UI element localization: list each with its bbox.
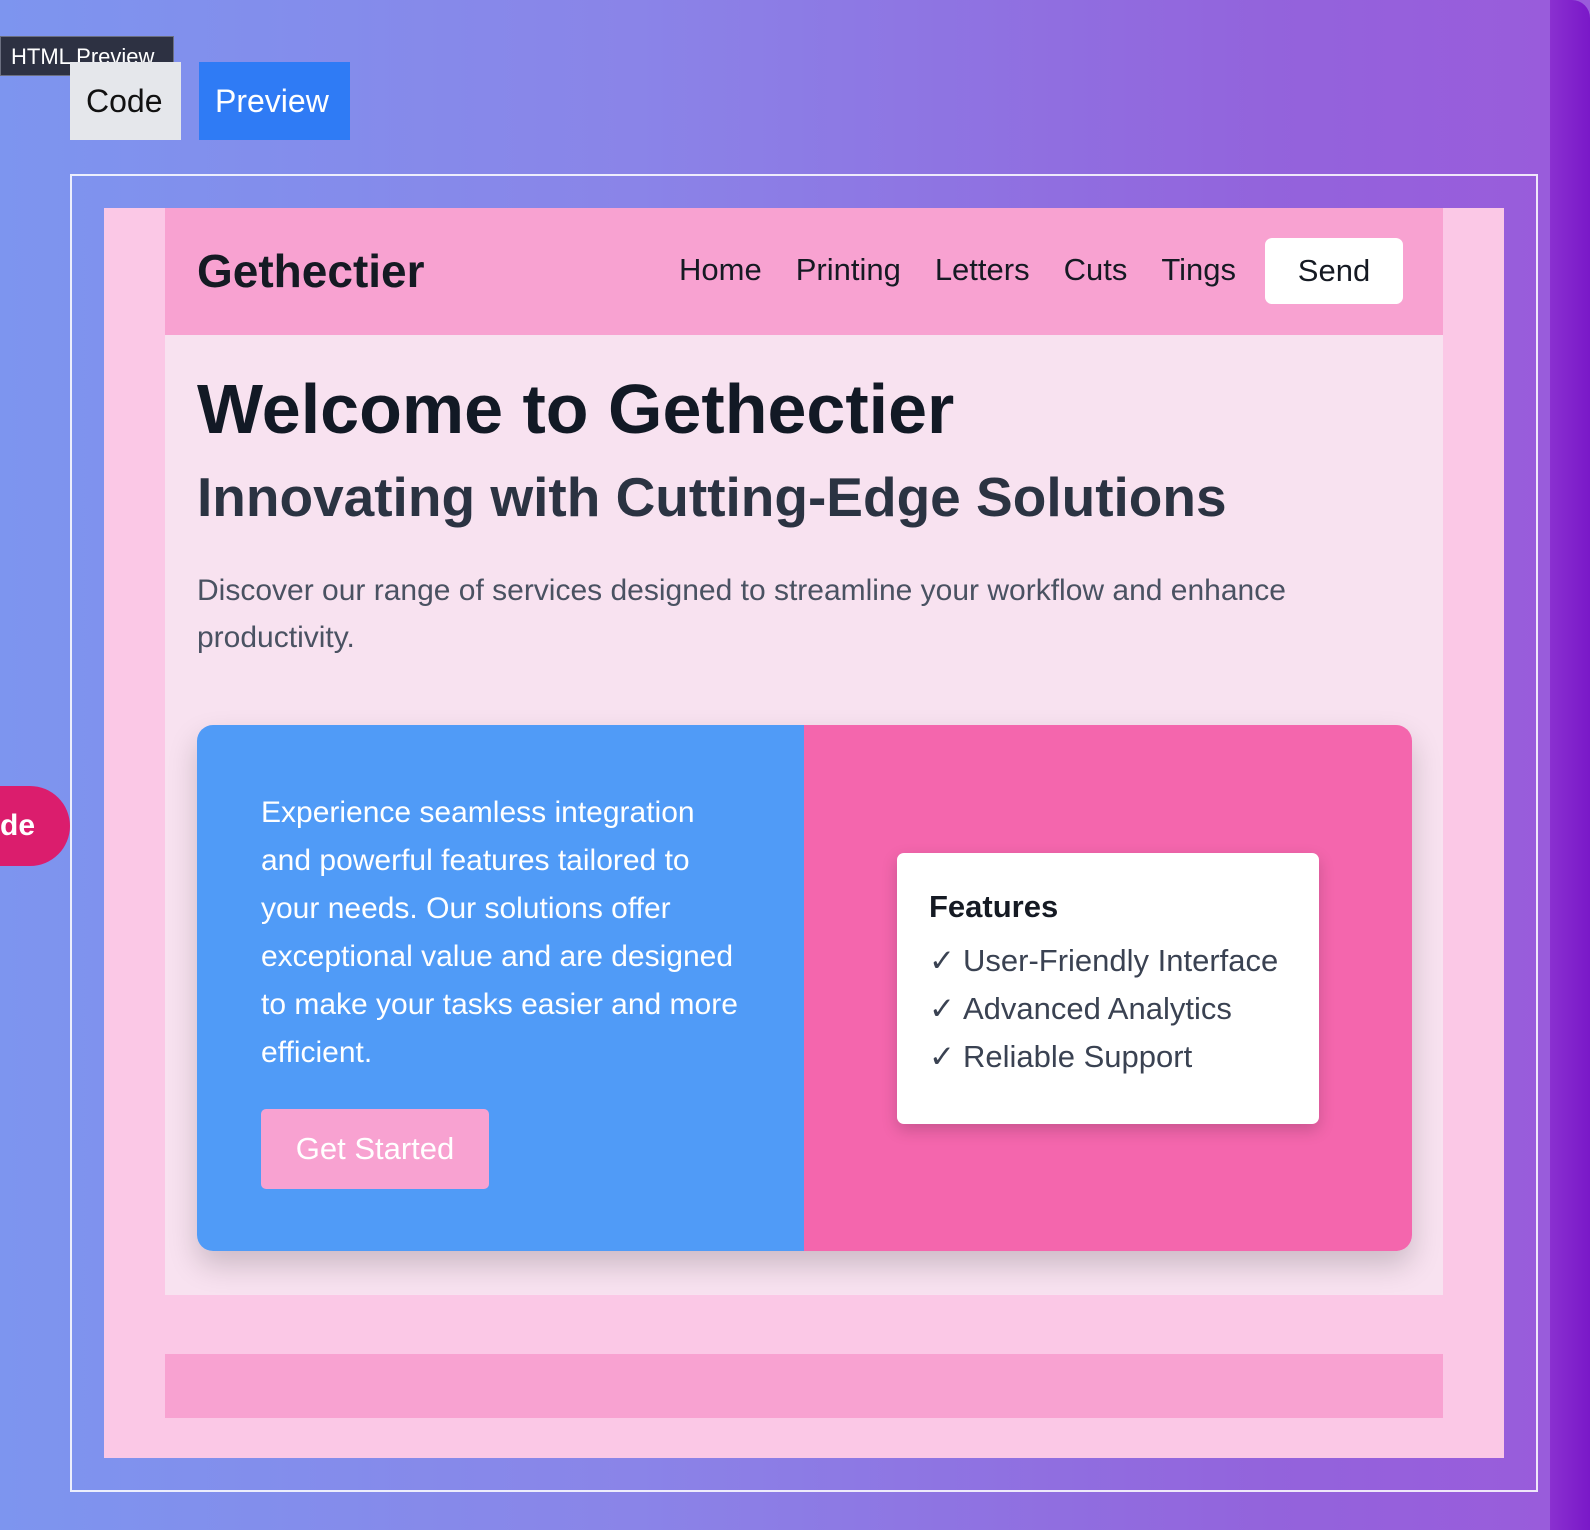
hero-description: Discover our range of services designed … <box>197 574 1286 654</box>
checkmark-icon: ✓ <box>929 991 955 1026</box>
main-content: Welcome to Gethectier Innovating with Cu… <box>165 335 1443 1295</box>
preview-page: Gethectier Home Printing Letters Cuts Ti… <box>104 208 1504 1458</box>
hero-subtitle: Innovating with Cutting-Edge Solutions <box>197 466 1227 528</box>
feature-label: User-Friendly Interface <box>963 943 1279 978</box>
tab-code[interactable]: Code <box>70 62 181 140</box>
card-left-panel: Experience seamless integration and powe… <box>197 725 804 1251</box>
card-right-panel: Features ✓ User-Friendly Interface ✓ Advan… <box>804 725 1412 1251</box>
side-pill-button[interactable]: de <box>0 786 70 866</box>
window-edge <box>1550 0 1590 1530</box>
list-item: ✓ User-Friendly Interface <box>929 937 1287 985</box>
nav-link-letters[interactable]: Letters <box>935 252 1030 288</box>
nav-link-cuts[interactable]: Cuts <box>1064 252 1128 288</box>
list-item: ✓ Advanced Analytics <box>929 985 1287 1033</box>
list-item: ✓ Reliable Support <box>929 1033 1287 1081</box>
hero-title: Welcome to Gethectier <box>197 370 955 448</box>
feature-card: Experience seamless integration and powe… <box>197 725 1412 1251</box>
checkmark-icon: ✓ <box>929 1039 955 1074</box>
tab-preview[interactable]: Preview <box>199 62 350 140</box>
send-button[interactable]: Send <box>1265 238 1403 304</box>
get-started-button[interactable]: Get Started <box>261 1109 489 1189</box>
nav-link-home[interactable]: Home <box>679 252 762 288</box>
nav-link-tings[interactable]: Tings <box>1161 252 1236 288</box>
site-header: Gethectier Home Printing Letters Cuts Ti… <box>165 208 1443 335</box>
feature-label: Advanced Analytics <box>963 991 1232 1026</box>
feature-label: Reliable Support <box>963 1039 1193 1074</box>
features-title: Features <box>929 889 1059 924</box>
checkmark-icon: ✓ <box>929 943 955 978</box>
nav-link-printing[interactable]: Printing <box>796 252 901 288</box>
card-text: Experience seamless integration and powe… <box>261 796 738 1069</box>
site-logo[interactable]: Gethectier <box>197 244 425 298</box>
features-list: ✓ User-Friendly Interface ✓ Advanced Analy… <box>929 937 1287 1081</box>
site-footer <box>165 1354 1443 1418</box>
features-box: Features ✓ User-Friendly Interface ✓ Advan… <box>897 853 1319 1124</box>
site-nav: Home Printing Letters Cuts Tings <box>679 252 1236 288</box>
